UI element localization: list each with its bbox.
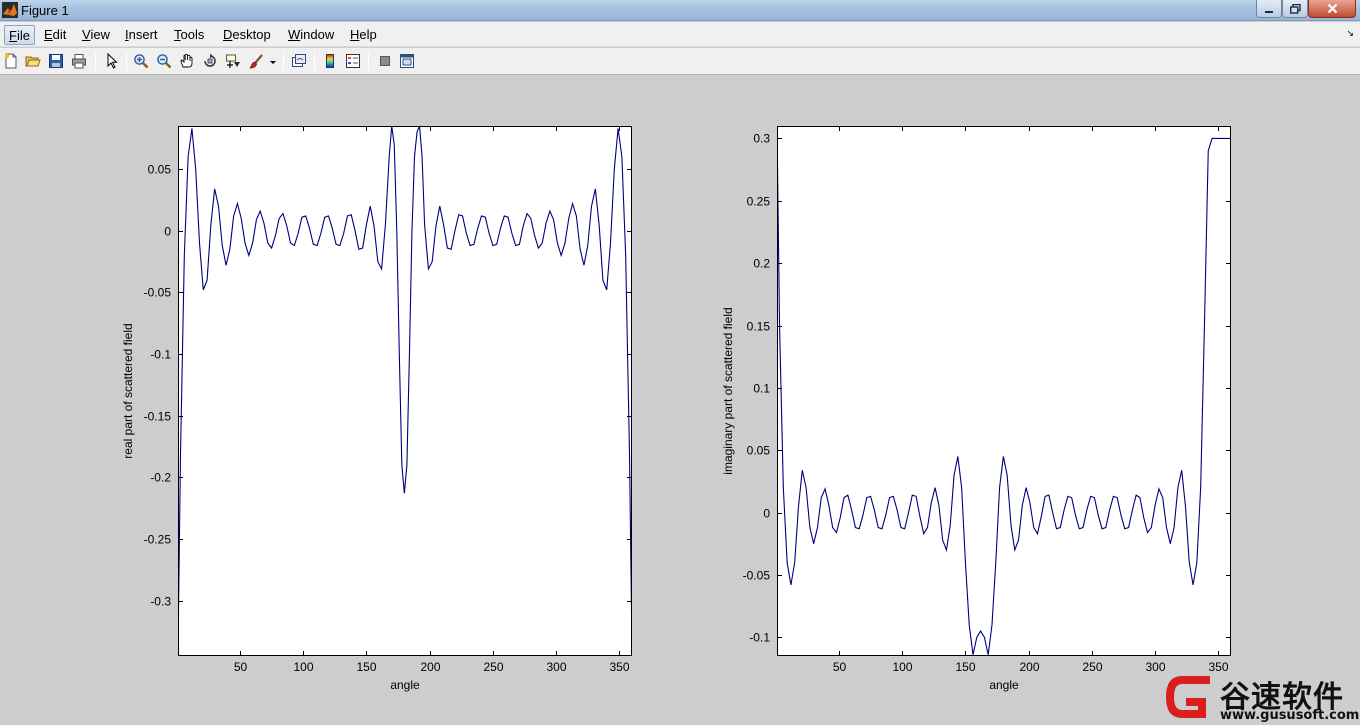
figure-window: Figure 1 File Edit View Insert Tools Desktop W… — [0, 0, 1360, 725]
menu-label: indow — [300, 27, 335, 42]
y-tick-label: -0.1 — [749, 631, 770, 645]
menu-accelerator: F — [9, 28, 17, 43]
menu-accelerator: E — [44, 27, 53, 42]
matlab-logo-icon — [2, 2, 18, 18]
y-tick-label: 0.3 — [753, 132, 770, 146]
dock-arrow-icon[interactable]: ↘ — [1346, 28, 1354, 39]
restore-button[interactable] — [1282, 0, 1308, 18]
restore-icon — [1289, 3, 1301, 14]
real-part-axes[interactable]: 50 100 150 200 250 300 350 0.05 0 -0.05 -0.1 -0.15 -… — [0, 76, 1360, 725]
y-tick-label: 0.1 — [753, 382, 770, 396]
menu-desktop[interactable]: Desktop — [219, 25, 275, 45]
menu-file[interactable]: File — [4, 25, 35, 45]
close-button[interactable] — [1308, 0, 1356, 18]
y-tick-label: 0.05 — [148, 163, 172, 177]
toolbar-separator — [368, 52, 369, 71]
zoom-in-icon[interactable] — [132, 52, 150, 70]
x-tick-label: 200 — [420, 660, 440, 674]
menu-edit[interactable]: Edit — [40, 25, 70, 45]
menu-accelerator: W — [288, 27, 301, 42]
menu-label: ile — [16, 28, 30, 43]
x-tick-label: 350 — [609, 660, 629, 674]
menu-help[interactable]: Help — [346, 25, 381, 45]
menu-label: nsert — [128, 27, 158, 42]
toolbar-separator — [126, 52, 127, 71]
y-tick-label: 0 — [763, 507, 770, 521]
x-tick-label: 50 — [234, 660, 248, 674]
rotate-3d-icon[interactable] — [201, 52, 219, 70]
brush-icon[interactable] — [247, 52, 265, 70]
y-tick-label: -0.1 — [150, 348, 171, 362]
y-tick-label: 0.25 — [747, 195, 771, 209]
menu-label: elp — [359, 27, 377, 42]
watermark-logo-icon — [1166, 676, 1210, 718]
plot-area — [777, 126, 1231, 656]
menu-label: ools — [180, 27, 205, 42]
x-axis-label: angle — [390, 678, 420, 692]
edit-plot-arrow-icon[interactable] — [102, 52, 120, 70]
show-plot-tools-icon[interactable] — [398, 52, 416, 70]
menu-view[interactable]: View — [78, 25, 114, 45]
title-bar[interactable]: Figure 1 — [0, 0, 1360, 21]
legend-icon[interactable] — [344, 52, 362, 70]
x-tick-label: 300 — [546, 660, 566, 674]
toolbar-separator — [95, 52, 96, 71]
window-title: Figure 1 — [21, 3, 69, 18]
y-tick-label: 0.05 — [747, 444, 771, 458]
close-icon — [1327, 3, 1337, 14]
menu-label: esktop — [232, 27, 271, 42]
x-tick-label: 250 — [1082, 660, 1102, 674]
figure-canvas: 50 100 150 200 250 300 350 0.05 0 -0.05 -0.1 -0.15 -… — [0, 76, 1360, 725]
menu-label: dit — [52, 27, 67, 42]
y-tick-label: -0.3 — [150, 595, 171, 609]
blurred-title-text — [505, 4, 860, 17]
toolbar-separator — [314, 52, 315, 71]
axes-2[interactable]: 50 100 150 200 250 300 3500.30.250.20.150.10.0… — [721, 126, 1231, 692]
x-tick-label: 200 — [1019, 660, 1039, 674]
axes-1[interactable]: 50 100 150 200 250 300 350 0.05 0 -0.05 -0.1 -0.15 -… — [121, 126, 632, 692]
plot-area — [178, 126, 632, 656]
menu-accelerator: D — [223, 27, 233, 42]
hide-plot-tools-icon[interactable] — [376, 52, 394, 70]
zoom-out-icon[interactable] — [155, 52, 173, 70]
brush-dropdown-icon[interactable] — [268, 52, 278, 70]
x-tick-label: 150 — [955, 660, 975, 674]
toolbar-separator — [283, 52, 284, 71]
y-tick-label: 0.2 — [753, 257, 770, 271]
pan-hand-icon[interactable] — [178, 52, 196, 70]
x-tick-label: 250 — [483, 660, 503, 674]
open-file-icon[interactable] — [24, 52, 42, 70]
y-tick-label: -0.05 — [743, 569, 771, 583]
menu-bar: File Edit View Insert Tools Desktop Window Help… — [0, 22, 1360, 47]
menu-label: iew — [90, 27, 110, 42]
menu-tools[interactable]: Tools — [170, 25, 208, 45]
watermark: 谷速软件 www.gususoft.com — [1162, 670, 1360, 725]
print-icon[interactable] — [70, 52, 88, 70]
x-tick-label: 100 — [293, 660, 313, 674]
x-tick-label: 150 — [356, 660, 376, 674]
minimize-button[interactable] — [1256, 0, 1282, 18]
menu-insert[interactable]: Insert — [121, 25, 162, 45]
y-axis-label: imaginary part of scattered field — [721, 307, 735, 474]
minimize-icon — [1265, 10, 1273, 13]
y-tick-label: -0.25 — [144, 533, 172, 547]
colorbar-icon[interactable] — [321, 52, 339, 70]
x-tick-label: 100 — [892, 660, 912, 674]
new-figure-icon[interactable] — [2, 52, 20, 70]
y-tick-label: -0.05 — [144, 286, 172, 300]
figure-toolbar — [0, 48, 1360, 75]
x-axis-label: angle — [989, 678, 1019, 692]
y-tick-label: -0.15 — [144, 410, 172, 424]
y-tick-label: -0.2 — [150, 471, 171, 485]
watermark-url: www.gususoft.com — [1220, 708, 1360, 723]
y-axis-label: real part of scattered field — [121, 323, 135, 458]
x-tick-label: 50 — [833, 660, 847, 674]
data-cursor-icon[interactable] — [224, 52, 242, 70]
y-tick-label: 0 — [164, 225, 171, 239]
link-plot-icon[interactable] — [290, 52, 308, 70]
y-tick-label: 0.15 — [747, 320, 771, 334]
menu-window[interactable]: Window — [284, 25, 338, 45]
menu-accelerator: H — [350, 27, 360, 42]
save-icon[interactable] — [47, 52, 65, 70]
